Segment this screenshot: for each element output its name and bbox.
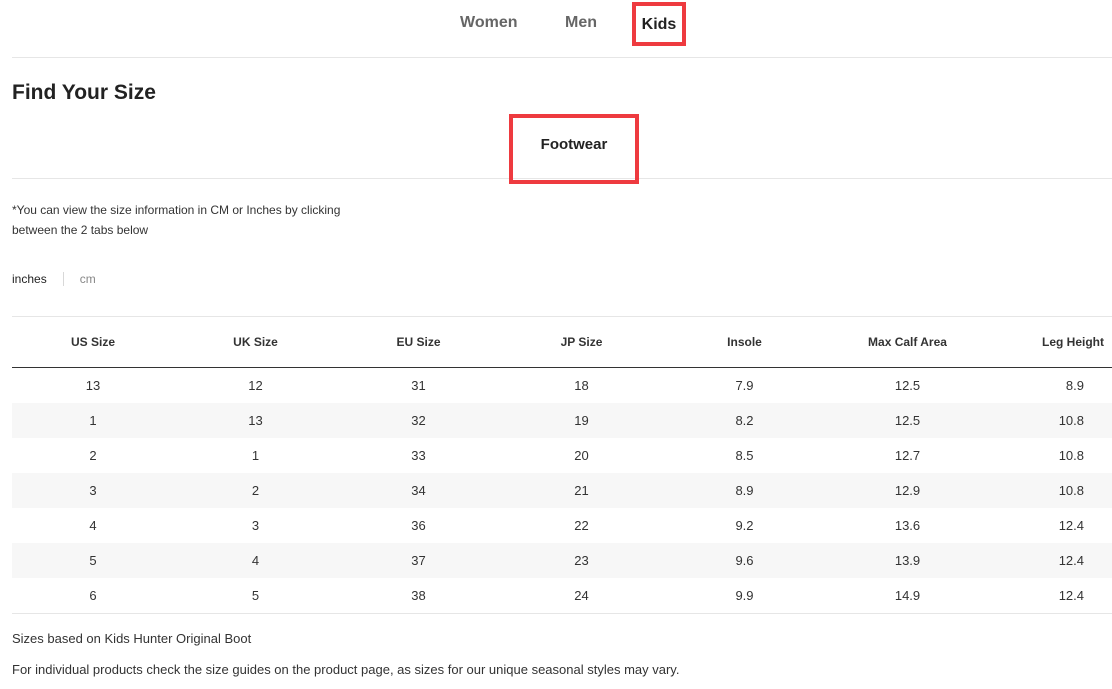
table-cell: 8.9: [1065, 378, 1084, 393]
tab-men[interactable]: Men: [565, 14, 597, 32]
table-cell: 19: [574, 413, 589, 428]
table-cell: 12.4: [1058, 518, 1084, 533]
unit-instruction-note: *You can view the size information in CM…: [12, 203, 341, 237]
size-basis-note: Sizes based on Kids Hunter Original Boot: [12, 631, 252, 646]
product-guide-note: For individual products check the size g…: [12, 662, 680, 677]
tab-women[interactable]: Women: [460, 14, 517, 32]
table-cell: 13.9: [894, 553, 921, 568]
tab-footwear[interactable]: Footwear: [509, 114, 639, 184]
column-header: US Size: [70, 335, 115, 349]
table-cell: 4: [251, 553, 260, 568]
table-cell: 12.5: [894, 378, 921, 393]
table-cell: 13: [248, 413, 263, 428]
table-cell: 1: [251, 448, 260, 463]
table-cell: 12.5: [894, 413, 921, 428]
table-cell: 3: [251, 518, 260, 533]
table-cell: 10.8: [1058, 448, 1084, 463]
table-row: 4 3 36 22 9.2 13.6 12.4: [12, 508, 1112, 543]
table-cell: 12.4: [1058, 588, 1084, 603]
unit-tab-cm[interactable]: cm: [64, 272, 96, 286]
table-cell: 38: [411, 588, 426, 603]
size-chart-table: US Size UK Size EU Size JP Size Insole M…: [12, 316, 1112, 614]
table-cell: 31: [411, 378, 426, 393]
table-cell: 9.2: [735, 518, 754, 533]
table-cell: 12.9: [894, 483, 921, 498]
table-cell: 12.7: [894, 448, 921, 463]
table-cell: 37: [411, 553, 426, 568]
gender-tabs: [12, 0, 1112, 58]
table-cell: 33: [411, 448, 426, 463]
table-cell: 13.6: [894, 518, 921, 533]
table-cell: 5: [251, 588, 260, 603]
table-cell: 7.9: [735, 378, 754, 393]
table-cell: 10.8: [1058, 483, 1084, 498]
column-header: Insole: [727, 335, 762, 349]
table-cell: 22: [574, 518, 589, 533]
table-cell: 6: [89, 588, 97, 603]
table-cell: 2: [251, 483, 260, 498]
column-header: Leg Height: [1042, 335, 1104, 349]
tab-kids[interactable]: Kids: [632, 2, 686, 46]
table-cell: 24: [574, 588, 589, 603]
unit-tab-inches[interactable]: inches: [12, 272, 64, 286]
table-row: 2 1 33 20 8.5 12.7 10.8: [12, 438, 1112, 473]
table-row: 13 12 31 18 7.9 12.5 8.9: [12, 368, 1112, 404]
table-cell: 34: [411, 483, 426, 498]
table-cell: 4: [89, 518, 97, 533]
table-cell: 13: [85, 378, 101, 393]
column-header: JP Size: [560, 335, 603, 349]
table-cell: 1: [89, 413, 97, 428]
table-cell: 36: [411, 518, 426, 533]
table-cell: 9.6: [735, 553, 754, 568]
table-cell: 21: [574, 483, 589, 498]
table-cell: 8.5: [735, 448, 754, 463]
table-cell: 5: [89, 553, 97, 568]
table-row: 3 2 34 21 8.9 12.9 10.8: [12, 473, 1112, 508]
table-row: 1 13 32 19 8.2 12.5 10.8: [12, 403, 1112, 438]
table-cell: 8.9: [735, 483, 754, 498]
table-cell: 8.2: [735, 413, 754, 428]
table-cell: 2: [89, 448, 97, 463]
table-cell: 14.9: [894, 588, 921, 603]
table-header-row: US Size UK Size EU Size JP Size Insole M…: [12, 316, 1112, 368]
table-cell: 10.8: [1058, 413, 1084, 428]
column-header: UK Size: [233, 335, 278, 349]
table-row: 5 4 37 23 9.6 13.9 12.4: [12, 543, 1112, 578]
table-cell: 23: [574, 553, 589, 568]
table-cell: 3: [89, 483, 97, 498]
column-header: EU Size: [396, 335, 441, 349]
column-header: Max Calf Area: [868, 335, 947, 349]
unit-toggle: inches cm: [12, 267, 96, 291]
table-cell: 32: [411, 413, 426, 428]
table-row: 6 5 38 24 9.9 14.9 12.4: [12, 578, 1112, 614]
table-cell: 20: [574, 448, 589, 463]
table-cell: 9.9: [735, 588, 754, 603]
table-cell: 18: [574, 378, 589, 393]
table-cell: 12.4: [1058, 553, 1084, 568]
table-cell: 12: [248, 378, 263, 393]
page-title: Find Your Size: [12, 81, 156, 104]
